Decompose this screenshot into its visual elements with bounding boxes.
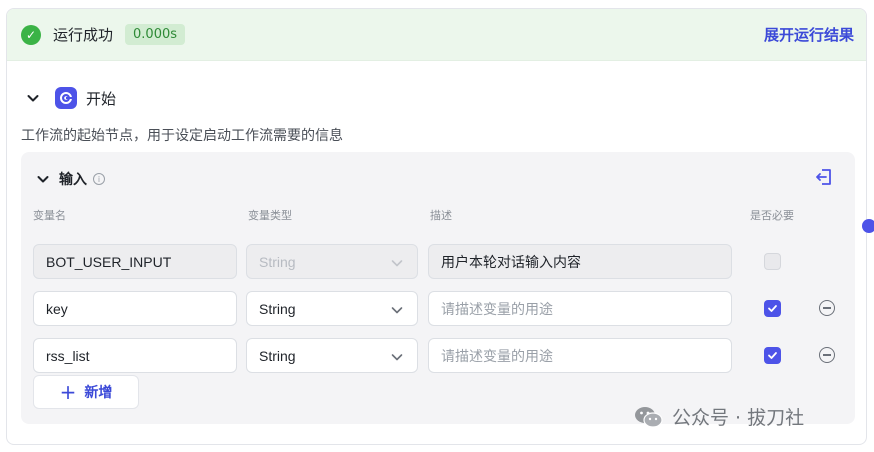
variable-type-select[interactable]: String xyxy=(246,338,418,373)
column-header-description: 描述 xyxy=(430,209,452,222)
success-check-icon: ✓ xyxy=(21,24,41,45)
required-checkbox[interactable] xyxy=(764,347,781,364)
input-panel-title: 输入 xyxy=(59,172,87,188)
variable-name-field[interactable]: rss_list xyxy=(33,338,237,373)
variable-type-value: String xyxy=(259,347,296,364)
run-status-bar: ✓ 运行成功 0.000s 展开运行结果 xyxy=(7,9,866,61)
run-time-badge: 0.000s xyxy=(125,24,186,45)
input-row: rss_list String 请描述变量的用途 xyxy=(33,338,839,373)
collapse-chevron-icon[interactable] xyxy=(25,90,41,106)
column-header-type: 变量类型 xyxy=(248,209,292,222)
add-input-label: 新增 xyxy=(84,385,113,401)
output-port-handle[interactable] xyxy=(862,219,874,233)
remove-row-icon[interactable] xyxy=(819,300,835,316)
column-header-name: 变量名 xyxy=(33,209,66,222)
info-icon[interactable]: i xyxy=(93,173,105,185)
variable-type-value: String xyxy=(259,300,296,317)
run-status-text: 运行成功 xyxy=(53,26,114,44)
add-input-button[interactable]: + 新增 xyxy=(33,375,139,409)
start-node-card: ✓ 运行成功 0.000s 展开运行结果 开始 工作流的起始节点，用于设定启动工… xyxy=(6,8,867,445)
node-header: 开始 xyxy=(7,61,866,117)
variable-name-field: BOT_USER_INPUT xyxy=(33,244,237,279)
input-row: key String 请描述变量的用途 xyxy=(33,291,839,326)
node-description: 工作流的起始节点，用于设定启动工作流需要的信息 xyxy=(21,128,343,144)
variable-name-field[interactable]: key xyxy=(33,291,237,326)
start-node-icon xyxy=(55,87,77,109)
variable-description-field[interactable]: 请描述变量的用途 xyxy=(428,338,732,373)
input-collapse-chevron-icon[interactable] xyxy=(35,171,51,187)
wechat-icon xyxy=(635,406,663,428)
select-chevron-icon xyxy=(391,350,403,366)
variable-description-field: 用户本轮对话输入内容 xyxy=(428,244,732,279)
required-checkbox[interactable] xyxy=(764,300,781,317)
watermark-text: 公众号 · 拔刀社 xyxy=(672,407,805,429)
watermark: 公众号 · 拔刀社 xyxy=(634,403,804,430)
variable-type-select: String xyxy=(246,244,418,279)
expand-results-link[interactable]: 展开运行结果 xyxy=(764,24,854,45)
select-chevron-icon xyxy=(391,303,403,319)
plus-icon: + xyxy=(59,380,77,404)
input-row: BOT_USER_INPUT String 用户本轮对话输入内容 xyxy=(33,244,839,279)
input-panel: 输入 i 变量名 变量类型 描述 是否必要 BOT_USER_INPUT Str… xyxy=(21,152,855,424)
column-header-required: 是否必要 xyxy=(750,209,794,222)
required-checkbox xyxy=(764,253,781,270)
input-panel-header: 输入 i xyxy=(21,152,855,192)
select-chevron-icon xyxy=(391,256,403,272)
variable-type-value: String xyxy=(259,253,296,270)
node-title: 开始 xyxy=(86,89,117,108)
variable-description-field[interactable]: 请描述变量的用途 xyxy=(428,291,732,326)
remove-row-icon[interactable] xyxy=(819,347,835,363)
import-icon[interactable] xyxy=(815,168,833,190)
variable-type-select[interactable]: String xyxy=(246,291,418,326)
